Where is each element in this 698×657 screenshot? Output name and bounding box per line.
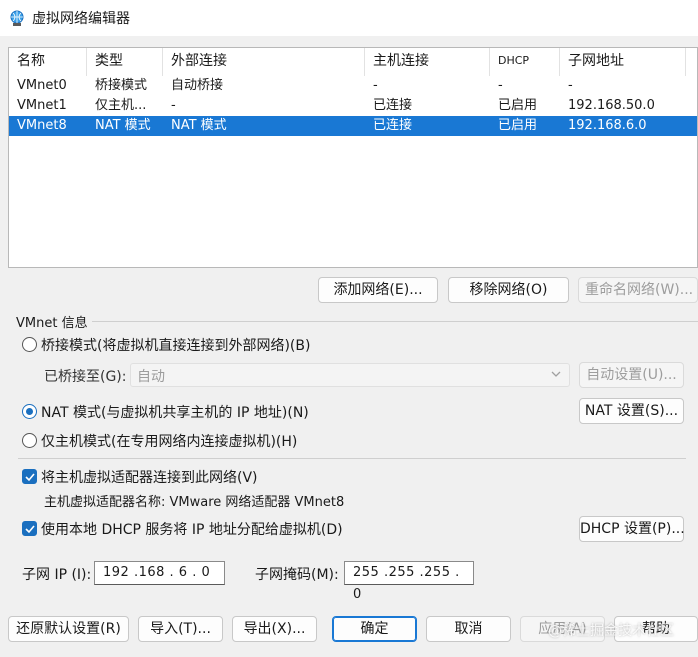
cell-name: VMnet8 [17,118,67,133]
network-list[interactable]: 名称 类型 外部连接 主机连接 DHCP 子网地址 VMnet0 桥接模式 自动… [8,47,698,268]
adapter-name-text: 主机虚拟适配器名称: VMware 网络适配器 VMnet8 [44,495,345,510]
checkmark-icon [25,473,35,482]
rename-network-button[interactable]: 重命名网络(W)... [578,277,698,303]
import-button[interactable]: 导入(T)... [138,616,223,642]
cancel-button[interactable]: 取消 [426,616,511,642]
cell-subnet: 192.168.50.0 [568,98,655,113]
subnet-mask-field[interactable]: 255 .255 .255 . 0 [344,561,474,602]
nat-settings-button[interactable]: NAT 设置(S)... [579,398,684,424]
ok-button[interactable]: 确定 [332,616,417,642]
nat-mode-radio[interactable] [22,404,37,419]
cell-external: 自动桥接 [171,78,224,93]
table-row[interactable]: VMnet0 桥接模式 自动桥接 - - - [9,76,697,96]
column-header-name[interactable]: 名称 [9,48,87,76]
column-header-host[interactable]: 主机连接 [365,48,490,76]
bridged-to-value: 自动 [137,369,165,385]
connect-adapter-label[interactable]: 将主机虚拟适配器连接到此网络(V) [41,467,258,487]
cell-host: 已连接 [373,98,413,113]
export-button[interactable]: 导出(X)... [232,616,317,642]
cell-name: VMnet1 [17,98,67,113]
host-only-label[interactable]: 仅主机模式(在专用网络内连接虚拟机)(H) [41,431,297,451]
cell-type: 桥接模式 [95,78,148,93]
cell-host: 已连接 [373,118,413,133]
cell-external: - [171,98,176,113]
cell-dhcp: - [498,78,503,93]
subnet-ip-field[interactable]: 192 .168 . 6 . 0 [94,561,225,585]
use-dhcp-checkbox[interactable] [22,521,37,536]
table-row-selected[interactable]: VMnet8 NAT 模式 NAT 模式 已连接 已启用 192.168.6.0 [9,116,697,136]
column-header-type[interactable]: 类型 [87,48,163,76]
column-header-subnet[interactable]: 子网地址 [560,48,686,76]
cell-external: NAT 模式 [171,118,227,133]
chevron-down-icon [549,367,563,385]
window-title: 虚拟网络编辑器 [32,11,130,27]
remove-network-button[interactable]: 移除网络(O) [448,277,569,303]
network-globe-icon [8,9,26,27]
cell-dhcp: 已启用 [498,98,538,113]
restore-defaults-button[interactable]: 还原默认设置(R) [8,616,129,642]
cell-subnet: - [568,78,573,93]
connect-adapter-checkbox[interactable] [22,469,37,484]
host-only-radio[interactable] [22,433,37,448]
cell-name: VMnet0 [17,78,67,93]
table-row[interactable]: VMnet1 仅主机... - 已连接 已启用 192.168.50.0 [9,96,697,116]
title-bar: 虚拟网络编辑器 [0,0,698,36]
bridge-mode-radio[interactable] [22,337,37,352]
cell-type: 仅主机... [95,98,147,113]
cell-subnet: 192.168.6.0 [568,118,647,133]
column-header-external[interactable]: 外部连接 [163,48,365,76]
use-dhcp-label[interactable]: 使用本地 DHCP 服务将 IP 地址分配给虚拟机(D) [41,519,343,539]
cell-dhcp: 已启用 [498,118,538,133]
group-divider [92,321,698,322]
add-network-button[interactable]: 添加网络(E)... [318,277,438,303]
cell-type: NAT 模式 [95,118,151,133]
list-header: 名称 类型 外部连接 主机连接 DHCP 子网地址 [9,48,697,76]
bridged-to-select[interactable]: 自动 [130,363,570,387]
bridged-to-label: 已桥接至(G): [44,369,127,385]
dhcp-settings-button[interactable]: DHCP 设置(P)... [579,516,685,542]
subnet-mask-label: 子网掩码(M): [255,567,339,583]
auto-settings-button[interactable]: 自动设置(U)... [579,362,684,388]
column-header-dhcp[interactable]: DHCP [490,48,560,76]
bridge-mode-label[interactable]: 桥接模式(将虚拟机直接连接到外部网络)(B) [41,335,310,355]
section-divider [18,458,686,459]
nat-mode-label[interactable]: NAT 模式(与虚拟机共享主机的 IP 地址)(N) [41,402,309,422]
subnet-ip-label: 子网 IP (I): [22,567,92,583]
cell-host: - [373,78,378,93]
vmnet-info-label: VMnet 信息 [16,316,88,331]
watermark-text: @稀土掘金技术社区 [548,623,674,639]
checkmark-icon [25,525,35,534]
